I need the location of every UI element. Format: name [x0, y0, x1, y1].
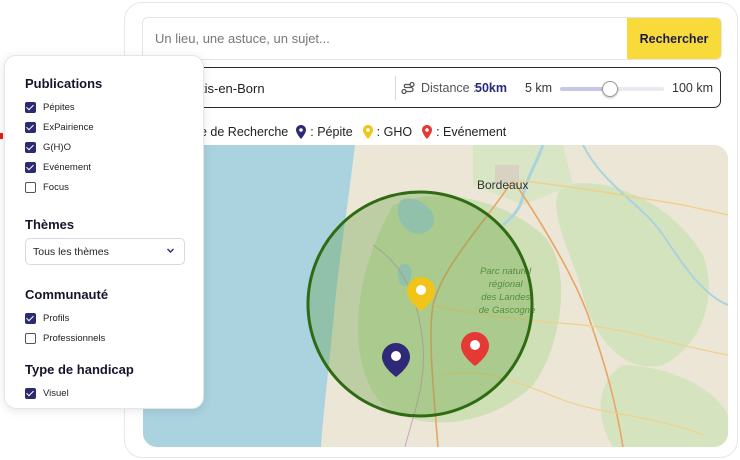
- filter-label: Professionnels: [43, 332, 106, 344]
- filter-label: Pépites: [43, 101, 75, 113]
- red-edge-marker: [0, 133, 3, 139]
- filter-label: Evénement: [43, 161, 92, 173]
- handicap-title: Type de handicap: [25, 362, 134, 377]
- route-icon: [401, 81, 415, 95]
- themes-select[interactable]: Tous les thèmes: [25, 238, 185, 265]
- checkbox-profils[interactable]: [25, 312, 36, 324]
- checkbox-professionnels[interactable]: [25, 332, 36, 344]
- search-input[interactable]: [143, 18, 629, 59]
- legend-event-label: : Evénement: [436, 125, 507, 139]
- gho-pin-icon: [362, 125, 373, 139]
- city-label-bordeaux: Bordeaux: [477, 178, 528, 192]
- map-canvas[interactable]: Bordeaux Parc naturel régional des Lande…: [143, 145, 728, 447]
- checkbox-gho[interactable]: [25, 141, 36, 153]
- filter-professionnels[interactable]: Professionnels: [25, 331, 105, 345]
- publications-title: Publications: [25, 76, 103, 91]
- checkbox-evenement[interactable]: [25, 161, 36, 173]
- checkbox-focus[interactable]: [25, 181, 36, 193]
- legend-gho-label: : GHO: [376, 125, 413, 139]
- filter-visuel[interactable]: Visuel: [25, 386, 69, 400]
- search-button[interactable]: Rechercher: [627, 18, 721, 59]
- distance-label: Distance :: [421, 81, 477, 95]
- filter-label: Profils: [43, 312, 70, 324]
- filter-profils[interactable]: Profils: [25, 311, 69, 325]
- themes-title: Thèmes: [25, 217, 75, 232]
- filter-gho[interactable]: G(H)O: [25, 140, 71, 154]
- slider-handle[interactable]: [602, 81, 618, 97]
- filter-expairience[interactable]: ExPairience: [25, 120, 94, 134]
- event-pin-icon: [422, 125, 433, 139]
- slider-max-label: 100 km: [672, 81, 713, 95]
- filter-label: Visuel: [43, 387, 69, 399]
- community-title: Communauté: [25, 287, 109, 302]
- distance-slider[interactable]: [560, 81, 664, 97]
- search-bar: Rechercher: [142, 17, 722, 60]
- filter-label: G(H)O: [43, 141, 71, 153]
- checkbox-pepites[interactable]: [25, 101, 36, 113]
- map-legend: e de Recherche : Pépite : GHO : Evénemen…: [200, 124, 506, 140]
- location-distance-bar: tis-en-Born Distance : 50km 5 km 100 km: [190, 67, 721, 108]
- filter-focus[interactable]: Focus: [25, 180, 69, 194]
- filter-evenement[interactable]: Evénement: [25, 160, 91, 174]
- page: Rechercher tis-en-Born Distance : 50km 5…: [0, 0, 740, 460]
- slider-min-label: 5 km: [525, 81, 553, 95]
- location-input[interactable]: tis-en-Born: [201, 81, 265, 96]
- filter-pepites[interactable]: Pépites: [25, 100, 75, 114]
- checkbox-visuel[interactable]: [25, 387, 36, 399]
- chevron-down-icon: [167, 248, 174, 253]
- filter-label: ExPairience: [43, 121, 94, 133]
- filter-label: Focus: [43, 181, 69, 193]
- divider: [395, 76, 396, 100]
- themes-selected-value: Tous les thèmes: [33, 246, 109, 258]
- filter-panel: Publications Pépites ExPairience G(H)O E…: [4, 55, 204, 409]
- legend-zone-label: e de Recherche: [200, 125, 289, 139]
- checkbox-expairience[interactable]: [25, 121, 36, 133]
- distance-value: 50km: [475, 81, 507, 95]
- map-view[interactable]: Bordeaux Parc naturel régional des Lande…: [143, 145, 728, 447]
- legend-pepite-label: : Pépite: [310, 125, 353, 139]
- pepite-pin-icon: [296, 125, 307, 139]
